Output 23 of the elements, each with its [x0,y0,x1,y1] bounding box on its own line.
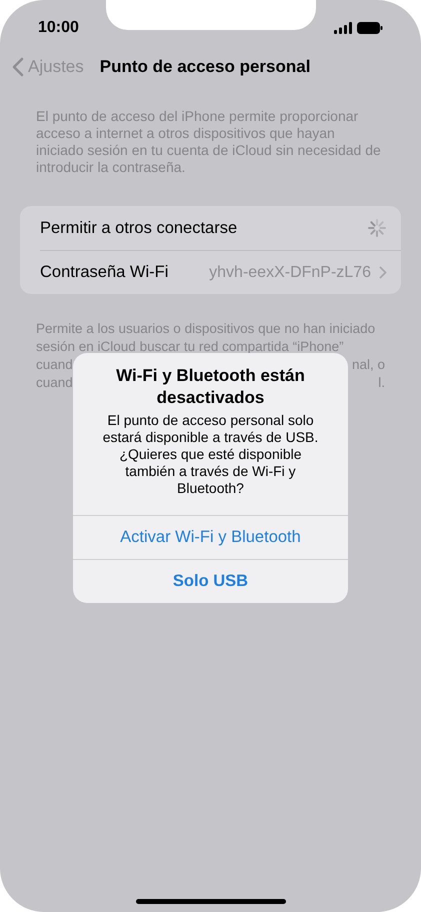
alert-message: El punto de acceso personal solo estará disponible a través de USB. ¿Quieres que esté disponible también a través de Wi-Fi y Bluetooth? [102,412,320,497]
settings-row[interactable]: Permitir a otros conectarse [40,206,401,250]
footer-text: nal, o [352,356,385,374]
alert-button[interactable]: Activar Wi-Fi y Bluetooth [73,515,348,559]
signal-icon [334,22,352,34]
status-time: 10:00 [38,18,79,38]
header-description: El punto de acceso del iPhone permite proporcionar acceso a internet a otros dispositivos que hayan iniciado sesión en tu cuenta de iCloud sin necesidad de introducir la contraseña. [36,108,382,176]
loading-spinner-icon [367,218,387,238]
page-title: Punto de acceso personal [100,56,310,78]
row-value: yhvh-eexX-DFnP-zL76 [209,262,371,282]
settings-row[interactable]: Contraseña Wi-Fi yhvh-eexX-DFnP-zL76 [40,250,401,294]
row-label: Permitir a otros conectarse [40,218,238,239]
battery-icon [357,22,383,34]
footer-text: sesión en iCloud buscar tu red compartida “iPhone” [36,338,344,356]
alert-title: Wi-Fi y Bluetooth están desactivados [115,365,306,409]
footer-text: l. [378,374,385,392]
footer-text: cuand [36,374,73,392]
alert-button[interactable]: Solo USB [73,559,348,603]
chevron-right-icon [379,266,387,279]
chevron-left-icon [12,57,24,77]
footer-text: Permite a los usuarios o dispositivos que no han iniciado [36,320,376,338]
footer-text: cuand [36,356,73,374]
row-label: Contraseña Wi-Fi [40,262,168,284]
